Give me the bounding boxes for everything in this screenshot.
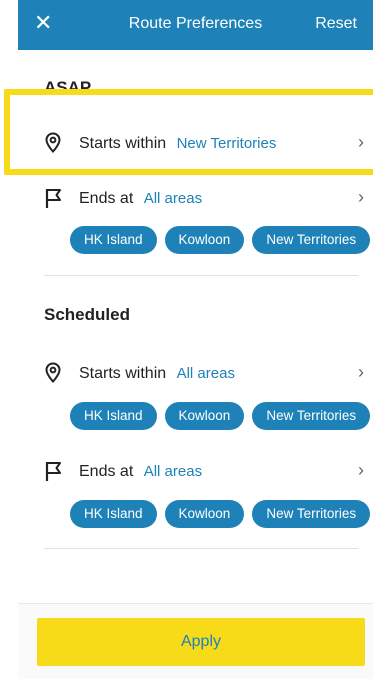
scheduled-ends-chips: HK Island Kowloon New Territories [70,500,373,528]
chip-kowloon[interactable]: Kowloon [164,402,245,430]
chip-hk-island[interactable]: HK Island [70,226,157,254]
ends-at-label: Ends at [79,463,134,480]
ends-at-value: All areas [143,463,203,480]
divider [44,275,358,276]
reset-button[interactable]: Reset [315,15,357,33]
chip-hk-island[interactable]: HK Island [70,402,157,430]
footer-bar: Apply [18,603,373,679]
asap-ends-chips: HK Island Kowloon New Territories [70,226,373,254]
chevron-right-icon: › [358,460,364,480]
location-pin-icon [44,362,62,389]
scheduled-ends-at-row[interactable]: Ends at All areas › [44,458,364,486]
chip-new-territories[interactable]: New Territories [252,500,371,528]
flag-icon [44,187,64,214]
chevron-right-icon: › [358,187,364,207]
chip-new-territories[interactable]: New Territories [252,226,371,254]
starts-within-value: All areas [176,365,235,382]
scheduled-starts-chips: HK Island Kowloon New Territories [70,402,373,430]
starts-within-label: Starts within [79,365,167,382]
scheduled-starts-within-row[interactable]: Starts within All areas › [44,360,364,388]
chip-new-territories[interactable]: New Territories [252,402,371,430]
flag-icon [44,460,64,487]
highlight-box [4,89,373,175]
ends-at-label: Ends at [79,190,134,207]
chip-kowloon[interactable]: Kowloon [164,226,245,254]
chip-kowloon[interactable]: Kowloon [164,500,245,528]
chevron-right-icon: › [358,362,364,382]
asap-ends-at-row[interactable]: Ends at All areas › [44,185,364,213]
chip-hk-island[interactable]: HK Island [70,500,157,528]
scheduled-section-title: Scheduled [44,305,130,324]
top-bar: ✕ Route Preferences Reset [18,0,373,50]
ends-at-value: All areas [143,190,203,207]
divider [44,548,358,549]
apply-button[interactable]: Apply [37,618,365,666]
